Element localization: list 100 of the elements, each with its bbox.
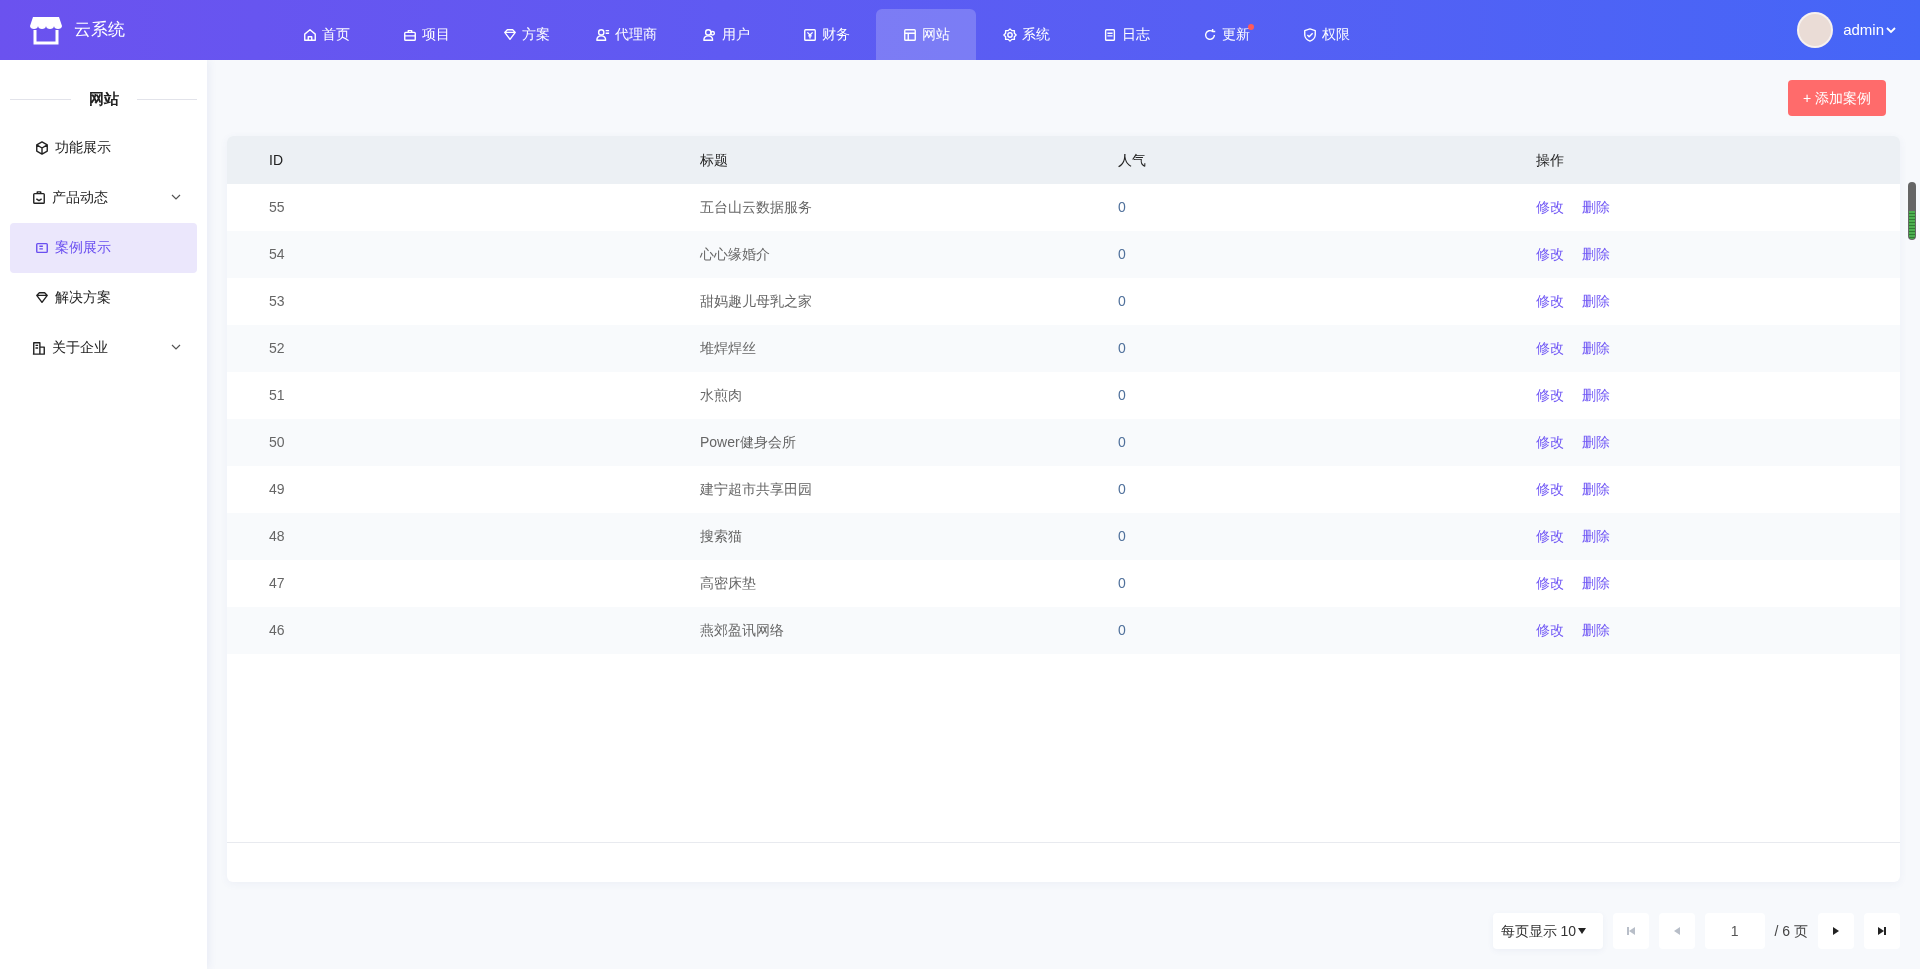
briefcase-icon <box>402 27 417 42</box>
sidebar-item[interactable]: 解决方案 <box>10 272 197 323</box>
table-cell-text: 0 <box>1118 621 1126 640</box>
cube-icon <box>35 140 49 155</box>
table-cell-text: 建宁超市共享田园 <box>700 480 812 499</box>
table-cell-text: 搜索猫 <box>700 527 742 546</box>
chevron-down-icon <box>171 194 181 201</box>
table-cell-text: 堆焊焊丝 <box>700 339 756 358</box>
page-size-select[interactable]: 每页显示 10 <box>1492 913 1603 949</box>
table-cell-text: 五台山云数据服务 <box>700 198 812 217</box>
diamond-icon <box>502 27 517 42</box>
column-header: 标题 <box>700 150 729 170</box>
skip-back-icon <box>1624 925 1637 937</box>
diamond-icon <box>35 290 49 305</box>
nav-tab[interactable]: 用户 <box>676 9 776 60</box>
table-cell-text: 49 <box>269 480 285 499</box>
table-cell-text: Power健身会所 <box>700 433 796 452</box>
table-cell-text: 0 <box>1118 527 1126 546</box>
edit-link[interactable]: 修改 <box>1536 338 1564 359</box>
table-cell-text: 55 <box>269 198 285 217</box>
table-cell-text: 心心缘婚介 <box>700 245 770 264</box>
nav-tab[interactable]: 方案 <box>476 9 576 60</box>
user-icon <box>595 27 610 42</box>
sidebar-item[interactable]: 案例展示 <box>10 222 197 273</box>
chevron-down-icon <box>171 344 181 351</box>
next-page-button[interactable] <box>1818 913 1854 949</box>
edit-link[interactable]: 修改 <box>1536 291 1564 312</box>
table-cell-text: 甜妈趣儿母乳之家 <box>700 292 812 311</box>
delete-link[interactable]: 删除 <box>1582 291 1610 312</box>
sidebar-title: 网站 <box>87 89 120 109</box>
table-cell-text: 52 <box>269 339 285 358</box>
column-header: 操作 <box>1536 150 1565 170</box>
document-icon <box>1102 27 1117 42</box>
nav-tab[interactable]: 网站 <box>876 9 976 60</box>
edit-link[interactable]: 修改 <box>1536 526 1564 547</box>
nav-tab[interactable]: 系统 <box>976 9 1076 60</box>
avatar[interactable] <box>1797 12 1834 48</box>
user-name[interactable]: admin <box>1843 18 1884 42</box>
sidebar-item[interactable]: 关于企业 <box>10 322 197 373</box>
table-cell-text: 46 <box>269 621 285 640</box>
table-cell-text: 高密床垫 <box>700 574 756 593</box>
delete-link[interactable]: 删除 <box>1582 385 1610 406</box>
table-cell-text: 48 <box>269 527 285 546</box>
table-cell-text: 50 <box>269 433 285 452</box>
dropdown-caret-icon <box>1578 928 1586 934</box>
table-cell-text: 53 <box>269 292 285 311</box>
table-cell-text: 0 <box>1118 245 1126 264</box>
delete-link[interactable]: 删除 <box>1582 244 1610 265</box>
edit-link[interactable]: 修改 <box>1536 573 1564 594</box>
edit-link[interactable]: 修改 <box>1536 244 1564 265</box>
sidebar-item[interactable]: 功能展示 <box>10 122 197 173</box>
page-total: / 6 页 <box>1774 921 1808 941</box>
nav-tab[interactable]: 财务 <box>776 9 876 60</box>
table-cell-text: 0 <box>1118 339 1126 358</box>
delete-link[interactable]: 删除 <box>1582 338 1610 359</box>
table-cell-text: 燕郊盈讯网络 <box>700 621 784 640</box>
sidebar-item[interactable]: 产品动态 <box>10 172 197 223</box>
table-cell-text: 0 <box>1118 386 1126 405</box>
clipboard-icon <box>32 190 46 205</box>
table-cell-text: 54 <box>269 245 285 264</box>
nav-tab[interactable]: 项目 <box>376 9 476 60</box>
yuan-icon <box>802 27 817 42</box>
add-case-button[interactable]: + 添加案例 <box>1788 80 1886 116</box>
delete-link[interactable]: 删除 <box>1582 526 1610 547</box>
page-input[interactable]: 1 <box>1704 913 1765 949</box>
scrollbar[interactable] <box>1908 182 1916 240</box>
chevron-down-icon <box>1886 26 1896 34</box>
edit-link[interactable]: 修改 <box>1536 620 1564 641</box>
nav-tab[interactable]: 首页 <box>276 9 376 60</box>
settings-icon <box>1002 27 1017 42</box>
delete-link[interactable]: 删除 <box>1582 573 1610 594</box>
table-cell-text: 0 <box>1118 433 1126 452</box>
skip-forward-icon <box>1876 925 1888 937</box>
table-cell-text: 水煎肉 <box>700 386 742 405</box>
users-icon <box>702 27 717 42</box>
table-cell-text: 0 <box>1118 480 1126 499</box>
edit-link[interactable]: 修改 <box>1536 385 1564 406</box>
store-icon <box>30 15 62 45</box>
column-header: ID <box>269 150 284 170</box>
last-page-button[interactable] <box>1864 913 1900 949</box>
table-cell-text: 0 <box>1118 574 1126 593</box>
nav-tab[interactable]: 日志 <box>1076 9 1176 60</box>
column-header: 人气 <box>1118 150 1147 170</box>
delete-link[interactable]: 删除 <box>1582 197 1610 218</box>
delete-link[interactable]: 删除 <box>1582 479 1610 500</box>
delete-link[interactable]: 删除 <box>1582 432 1610 453</box>
table-cell-text: 0 <box>1118 198 1126 217</box>
edit-link[interactable]: 修改 <box>1536 479 1564 500</box>
layout-icon <box>902 27 917 42</box>
table-cell-text: 51 <box>269 386 285 405</box>
nav-tab[interactable]: 代理商 <box>576 9 676 60</box>
delete-link[interactable]: 删除 <box>1582 620 1610 641</box>
table-cell-text: 47 <box>269 574 285 593</box>
edit-link[interactable]: 修改 <box>1536 197 1564 218</box>
nav-tab[interactable]: 更新 <box>1176 9 1276 60</box>
layout-icon <box>35 240 49 255</box>
edit-link[interactable]: 修改 <box>1536 432 1564 453</box>
building-icon <box>32 340 46 355</box>
shield-icon <box>1302 27 1317 42</box>
nav-tab[interactable]: 权限 <box>1276 9 1376 60</box>
